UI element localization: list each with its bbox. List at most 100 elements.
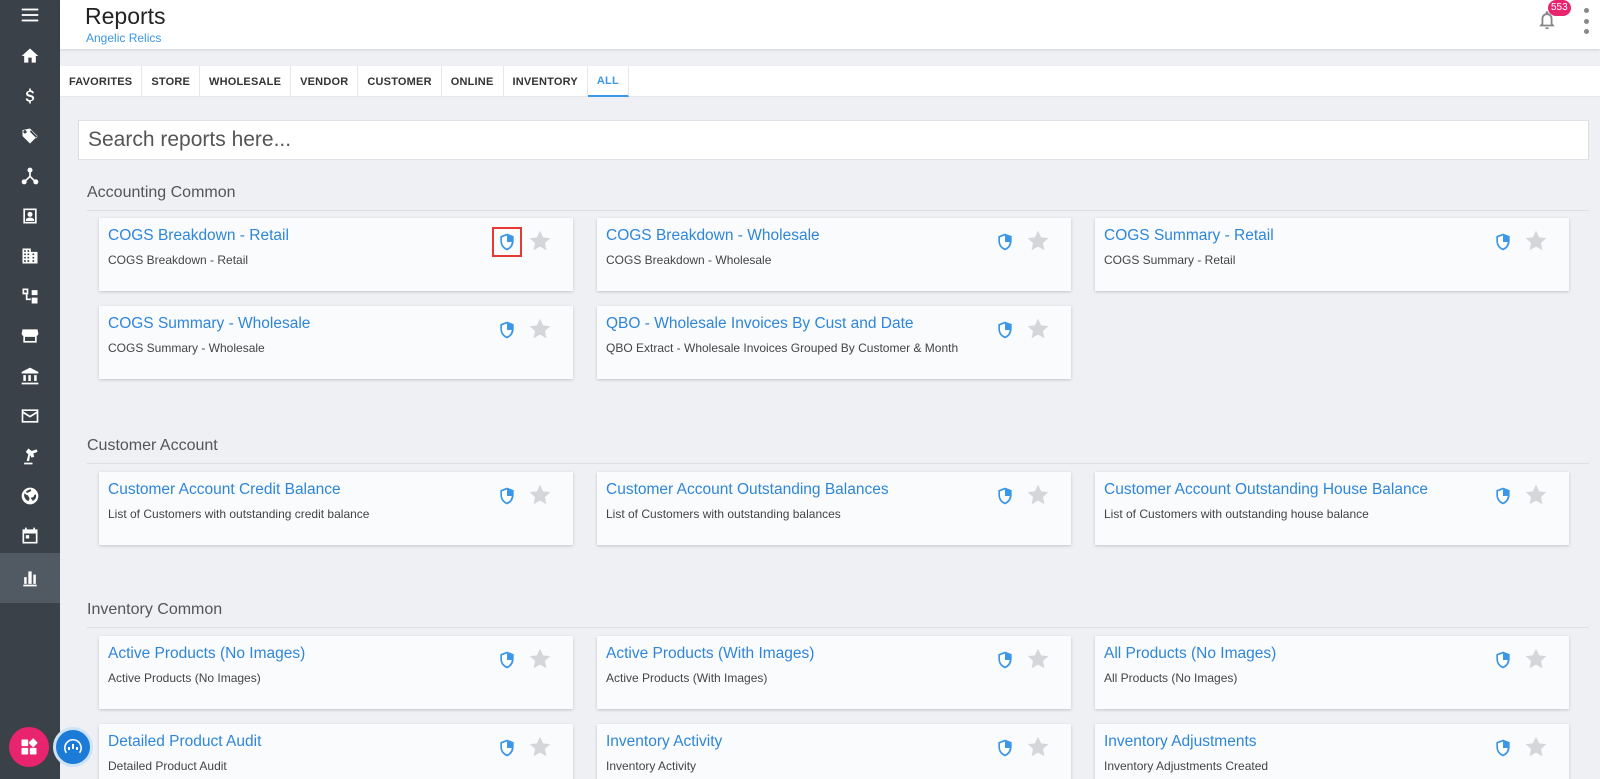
favorite-star-button[interactable] <box>1025 316 1051 342</box>
permissions-button[interactable] <box>496 485 518 507</box>
permissions-button[interactable] <box>1492 737 1514 759</box>
report-card[interactable]: COGS Summary - Wholesale COGS Summary - … <box>99 306 573 379</box>
report-card[interactable]: Active Products (No Images) Active Produ… <box>99 636 573 709</box>
permissions-button[interactable] <box>492 227 522 257</box>
permissions-button[interactable] <box>1492 649 1514 671</box>
hierarchy-icon <box>22 288 38 304</box>
tab-wholesale[interactable]: WHOLESALE <box>200 66 292 97</box>
report-title[interactable]: Customer Account Outstanding House Balan… <box>1104 481 1428 499</box>
star-icon <box>529 648 551 669</box>
sidebar-item-automation[interactable] <box>0 436 60 476</box>
report-title[interactable]: All Products (No Images) <box>1104 645 1276 663</box>
section-divider <box>87 627 1589 628</box>
sidebar-item-locations[interactable] <box>0 236 60 276</box>
sidebar-item-calendar[interactable] <box>0 516 60 556</box>
permissions-button[interactable] <box>1492 485 1514 507</box>
sidebar-item-network[interactable] <box>0 156 60 196</box>
report-title[interactable]: Inventory Adjustments <box>1104 733 1257 751</box>
sidebar-item-hierarchy[interactable] <box>0 276 60 316</box>
tab-online[interactable]: ONLINE <box>442 66 504 97</box>
permissions-button[interactable] <box>994 737 1016 759</box>
report-card[interactable]: Customer Account Outstanding House Balan… <box>1095 472 1569 545</box>
tab-all[interactable]: ALL <box>587 66 629 97</box>
favorite-star-button[interactable] <box>1025 482 1051 508</box>
sidebar-item-products[interactable] <box>0 116 60 156</box>
report-title[interactable]: Detailed Product Audit <box>108 733 261 751</box>
favorite-star-button[interactable] <box>1025 646 1051 672</box>
report-card[interactable]: Customer Account Outstanding Balances Li… <box>597 472 1071 545</box>
sidebar-item-mail[interactable] <box>0 396 60 436</box>
report-title[interactable]: COGS Summary - Wholesale <box>108 315 310 333</box>
tab-favorites[interactable]: FAVORITES <box>60 66 143 97</box>
permissions-button[interactable] <box>994 485 1016 507</box>
permissions-button[interactable] <box>496 649 518 671</box>
report-title[interactable]: Customer Account Outstanding Balances <box>606 481 889 499</box>
report-card[interactable]: QBO - Wholesale Invoices By Cust and Dat… <box>597 306 1071 379</box>
sidebar-item-sales[interactable] <box>0 76 60 116</box>
help-fab-button[interactable] <box>53 727 93 767</box>
report-card[interactable]: Detailed Product Audit Detailed Product … <box>99 724 573 779</box>
permissions-button[interactable] <box>994 319 1016 341</box>
report-title[interactable]: QBO - Wholesale Invoices By Cust and Dat… <box>606 315 914 333</box>
report-card[interactable]: All Products (No Images) All Products (N… <box>1095 636 1569 709</box>
report-title[interactable]: Customer Account Credit Balance <box>108 481 341 499</box>
apps-fab-button[interactable] <box>9 727 49 767</box>
favorite-star-button[interactable] <box>1523 482 1549 508</box>
report-description: All Products (No Images) <box>1104 671 1238 685</box>
company-name-link[interactable]: Angelic Relics <box>86 31 161 45</box>
favorite-star-button[interactable] <box>527 482 553 508</box>
menu-button[interactable] <box>0 0 60 35</box>
favorite-star-button[interactable] <box>527 316 553 342</box>
sidebar-item-bank[interactable] <box>0 356 60 396</box>
report-title[interactable]: Inventory Activity <box>606 733 722 751</box>
report-title[interactable]: COGS Summary - Retail <box>1104 227 1274 245</box>
globe-icon <box>21 487 39 505</box>
shield-icon <box>998 739 1012 757</box>
favorite-star-button[interactable] <box>1523 646 1549 672</box>
report-card[interactable]: COGS Breakdown - Retail COGS Breakdown -… <box>99 218 573 291</box>
report-title[interactable]: Active Products (No Images) <box>108 645 305 663</box>
robot-arm-icon <box>24 448 38 465</box>
report-description: COGS Breakdown - Wholesale <box>606 253 772 267</box>
favorite-star-button[interactable] <box>1025 228 1051 254</box>
star-icon <box>1027 648 1049 669</box>
report-card[interactable]: COGS Summary - Retail COGS Summary - Ret… <box>1095 218 1569 291</box>
favorite-star-button[interactable] <box>1523 734 1549 760</box>
favorite-star-button[interactable] <box>1523 228 1549 254</box>
sidebar-item-reports[interactable] <box>0 553 60 603</box>
shield-icon <box>1496 739 1510 757</box>
shield-icon <box>1496 487 1510 505</box>
report-card[interactable]: Active Products (With Images) Active Pro… <box>597 636 1071 709</box>
sidebar-item-store[interactable] <box>0 316 60 356</box>
report-card[interactable]: Customer Account Credit Balance List of … <box>99 472 573 545</box>
favorite-star-button[interactable] <box>527 228 553 254</box>
apps-grid-icon <box>21 738 38 755</box>
permissions-button[interactable] <box>1492 231 1514 253</box>
tab-store[interactable]: STORE <box>142 66 201 97</box>
notification-count-badge: 553 <box>1548 0 1571 16</box>
tab-inventory[interactable]: INVENTORY <box>504 66 588 97</box>
tab-customer[interactable]: CUSTOMER <box>358 66 442 97</box>
shield-icon <box>500 321 514 339</box>
report-card[interactable]: Inventory Activity Inventory Activity <box>597 724 1071 779</box>
star-icon <box>1027 318 1049 339</box>
sidebar-item-home[interactable] <box>0 36 60 76</box>
report-description: COGS Summary - Retail <box>1104 253 1236 267</box>
report-title[interactable]: Active Products (With Images) <box>606 645 814 663</box>
favorite-star-button[interactable] <box>1025 734 1051 760</box>
sidebar-item-online[interactable] <box>0 476 60 516</box>
tab-vendor[interactable]: VENDOR <box>291 66 359 97</box>
permissions-button[interactable] <box>994 231 1016 253</box>
permissions-button[interactable] <box>994 649 1016 671</box>
permissions-button[interactable] <box>496 737 518 759</box>
search-reports-input[interactable] <box>78 120 1589 160</box>
more-options-button[interactable] <box>1580 8 1592 34</box>
favorite-star-button[interactable] <box>527 646 553 672</box>
report-title[interactable]: COGS Breakdown - Retail <box>108 227 289 245</box>
report-title[interactable]: COGS Breakdown - Wholesale <box>606 227 820 245</box>
report-card[interactable]: Inventory Adjustments Inventory Adjustme… <box>1095 724 1569 779</box>
report-card[interactable]: COGS Breakdown - Wholesale COGS Breakdow… <box>597 218 1071 291</box>
permissions-button[interactable] <box>496 319 518 341</box>
sidebar-item-contacts[interactable] <box>0 196 60 236</box>
favorite-star-button[interactable] <box>527 734 553 760</box>
